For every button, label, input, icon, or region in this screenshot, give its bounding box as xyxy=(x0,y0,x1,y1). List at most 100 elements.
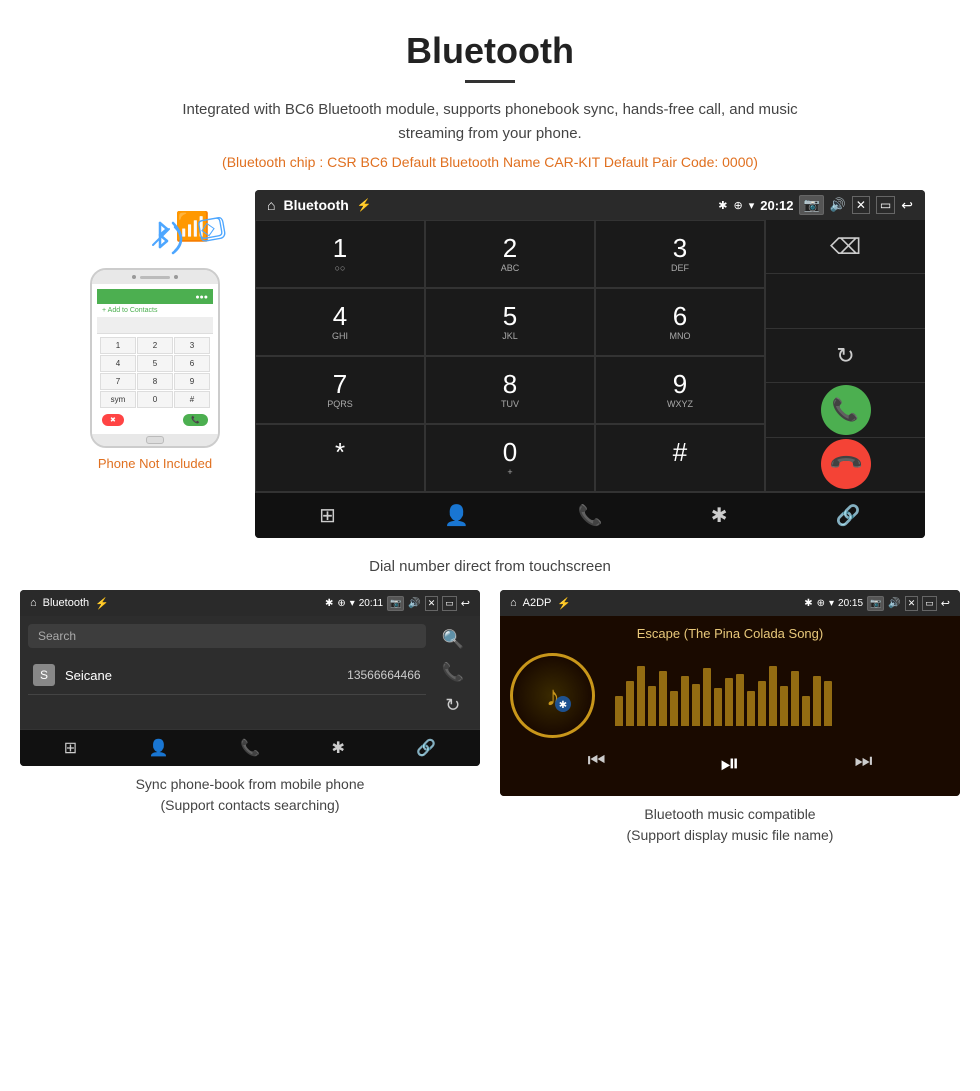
phonebook-caption-text: Sync phone-book from mobile phone(Suppor… xyxy=(136,776,365,813)
svg-text:✱: ✱ xyxy=(558,700,566,711)
eq-bar-1 xyxy=(626,681,634,726)
music-content: Escape (The Pina Colada Song) ♪ ✱ xyxy=(500,616,960,796)
wifi-status-icon: ▾ xyxy=(749,199,755,212)
eq-bar-12 xyxy=(747,691,755,726)
pb-window-icon[interactable]: ▭ xyxy=(442,596,457,611)
contact-row[interactable]: S Seicane 13566664466 xyxy=(28,656,426,695)
phone-end-btn: ✖ xyxy=(102,414,124,426)
link-icon[interactable]: 🔗 xyxy=(836,503,861,528)
usb-icon: ⚡ xyxy=(357,198,372,212)
contact-avatar: S xyxy=(33,664,55,686)
music-card: ⌂ A2DP ⚡ ✱ ⊕ ▾ 20:15 📷 🔊 ✕ ▭ ↩ xyxy=(500,590,960,846)
phone-icon[interactable]: 📞 xyxy=(578,503,603,528)
pb-camera-icon[interactable]: 📷 xyxy=(387,596,404,611)
phone-key-hash: # xyxy=(174,391,210,408)
bluetooth-icon: ⬦⃣ xyxy=(199,217,217,242)
dial-grid: 1○○2ABC3DEF 4GHI5JKL6MNO 7PQRS8TUV9WXYZ *0+… xyxy=(255,220,765,492)
pb-link-icon[interactable]: 🔗 xyxy=(416,738,436,758)
pb-refresh-action-icon[interactable]: ↻ xyxy=(445,695,460,716)
pb-vol-icon[interactable]: 🔊 xyxy=(408,598,420,609)
music-vol-icon[interactable]: 🔊 xyxy=(888,598,900,609)
dial-key-#[interactable]: # xyxy=(595,424,765,492)
dial-key-9[interactable]: 9WXYZ xyxy=(595,356,765,424)
pb-back-icon[interactable]: ↩ xyxy=(461,597,470,610)
eq-bar-15 xyxy=(780,686,788,726)
phonebook-action-buttons: 🔍 📞 ↻ xyxy=(434,624,472,721)
pb-home-icon[interactable]: ⌂ xyxy=(30,597,37,609)
music-back-icon[interactable]: ↩ xyxy=(941,597,950,610)
call-red-row[interactable]: 📞 xyxy=(766,438,925,492)
music-controls: ⏮ ⏯ ⏭ xyxy=(510,738,950,778)
close-icon[interactable]: ✕ xyxy=(852,196,870,214)
music-status-left: ⌂ A2DP ⚡ xyxy=(510,597,571,610)
pb-close-icon[interactable]: ✕ xyxy=(425,596,439,611)
refresh-row[interactable]: ↻ xyxy=(766,329,925,383)
bluetooth-svg-icon xyxy=(145,215,185,255)
backspace-icon[interactable]: ⌫ xyxy=(830,234,861,260)
pb-phone-icon[interactable]: 📞 xyxy=(240,738,260,758)
eq-bar-16 xyxy=(791,671,799,726)
phone-call-btn: 📞 xyxy=(183,414,208,426)
home-icon[interactable]: ⌂ xyxy=(267,197,275,213)
refresh-icon[interactable]: ↻ xyxy=(836,343,854,369)
car-bottom-bar: ⊞ 👤 📞 ✱ 🔗 xyxy=(255,492,925,538)
music-camera-icon[interactable]: 📷 xyxy=(867,596,884,611)
pb-status-right: ✱ ⊕ ▾ 20:11 📷 🔊 ✕ ▭ ↩ xyxy=(325,596,470,611)
contacts-icon[interactable]: 👤 xyxy=(444,503,469,528)
call-red-icon: 📞 xyxy=(827,445,865,483)
bluetooth-info: (Bluetooth chip : CSR BC6 Default Blueto… xyxy=(20,154,960,170)
phone-key-0: 0 xyxy=(137,391,173,408)
next-track-button[interactable]: ⏭ xyxy=(855,750,873,778)
phone-key-9: 9 xyxy=(174,373,210,390)
contact-name: Seicane xyxy=(65,668,347,683)
backspace-row[interactable]: ⌫ xyxy=(766,220,925,274)
bt-status-icon: ✱ xyxy=(718,199,727,212)
dial-key-2[interactable]: 2ABC xyxy=(425,220,595,288)
dial-key-3[interactable]: 3DEF xyxy=(595,220,765,288)
equalizer xyxy=(615,666,950,726)
pb-call-action-icon[interactable]: 📞 xyxy=(442,662,464,683)
dial-caption: Dial number direct from touchscreen xyxy=(0,558,980,575)
call-green-button[interactable]: 📞 xyxy=(821,385,871,435)
pb-contacts-icon[interactable]: 👤 xyxy=(149,738,169,758)
play-pause-button[interactable]: ⏯ xyxy=(720,750,739,778)
phone-key-2: 2 xyxy=(137,337,173,354)
dial-key-7[interactable]: 7PQRS xyxy=(255,356,425,424)
bottom-screenshots: ⌂ Bluetooth ⚡ ✱ ⊕ ▾ 20:11 📷 🔊 ✕ ▭ ↩ xyxy=(0,590,980,866)
pb-search-action-icon[interactable]: 🔍 xyxy=(442,629,464,650)
dial-key-4[interactable]: 4GHI xyxy=(255,288,425,356)
music-close-icon[interactable]: ✕ xyxy=(905,596,919,611)
phone-screen: ●●● + Add to Contacts 1 2 3 4 5 6 7 8 9 … xyxy=(92,284,218,434)
eq-bar-17 xyxy=(802,696,810,726)
volume-icon[interactable]: 🔊 xyxy=(830,197,846,213)
dial-key-1[interactable]: 1○○ xyxy=(255,220,425,288)
dial-key-5[interactable]: 5JKL xyxy=(425,288,595,356)
bluetooth-bottom-icon[interactable]: ✱ xyxy=(711,503,728,528)
dial-key-*[interactable]: * xyxy=(255,424,425,492)
camera-icon[interactable]: 📷 xyxy=(799,195,823,215)
call-green-row[interactable]: 📞 xyxy=(766,383,925,437)
call-red-button[interactable]: 📞 xyxy=(821,439,871,489)
search-bar[interactable]: Search xyxy=(28,624,426,648)
window-icon[interactable]: ▭ xyxy=(876,196,895,214)
dial-key-6[interactable]: 6MNO xyxy=(595,288,765,356)
music-main-area: ♪ ✱ xyxy=(510,653,950,738)
phone-top-bar xyxy=(92,270,218,284)
dial-key-8[interactable]: 8TUV xyxy=(425,356,595,424)
pb-apps-icon[interactable]: ⊞ xyxy=(64,738,77,758)
music-bt-icon: ✱ xyxy=(804,598,812,609)
dial-key-0[interactable]: 0+ xyxy=(425,424,595,492)
prev-track-button[interactable]: ⏮ xyxy=(587,750,605,778)
pb-wifi: ▾ xyxy=(350,598,355,609)
title-underline xyxy=(465,80,515,83)
back-icon[interactable]: ↩ xyxy=(901,197,913,214)
phone-bottom-bar xyxy=(92,434,218,446)
music-home-icon[interactable]: ⌂ xyxy=(510,597,517,609)
status-left: ⌂ Bluetooth ⚡ xyxy=(267,197,372,213)
phone-device: ●●● + Add to Contacts 1 2 3 4 5 6 7 8 9 … xyxy=(90,268,220,448)
music-window-icon[interactable]: ▭ xyxy=(922,596,937,611)
apps-grid-icon[interactable]: ⊞ xyxy=(319,503,336,528)
music-status-right: ✱ ⊕ ▾ 20:15 📷 🔊 ✕ ▭ ↩ xyxy=(804,596,950,611)
dial-area: 1○○2ABC3DEF 4GHI5JKL6MNO 7PQRS8TUV9WXYZ *0+… xyxy=(255,220,925,492)
pb-bt-bottom-icon[interactable]: ✱ xyxy=(331,738,344,758)
